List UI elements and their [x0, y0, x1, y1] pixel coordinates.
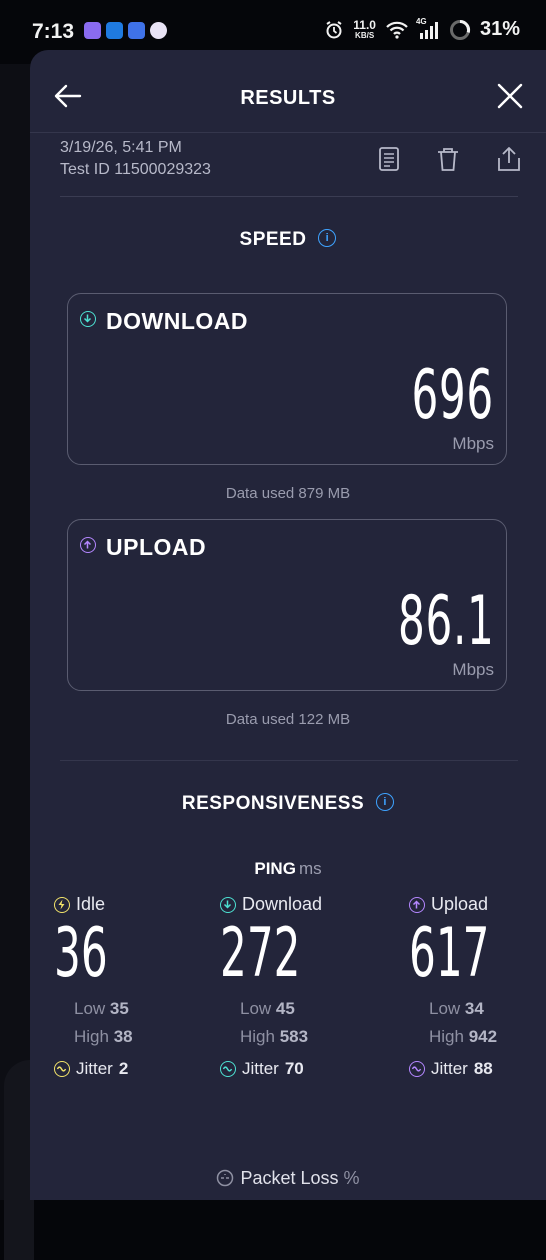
packet-loss-label: Packet Loss	[240, 1168, 339, 1188]
download-ping-label: Download	[242, 894, 323, 914]
jitter-wave-icon	[54, 1061, 70, 1077]
idle-label: Idle	[76, 894, 106, 914]
download-data-used: Data used 879 MB	[225, 485, 351, 502]
download-low-value: 45	[275, 999, 295, 1018]
download-low: Low 45	[240, 999, 350, 1019]
upload-jitter-value: 88	[473, 1059, 493, 1078]
responsiveness-title-text: RESPONSIVENESS	[181, 793, 365, 814]
download-ping-header: Download	[220, 894, 350, 915]
jitter-label: Jitter	[431, 1059, 468, 1078]
packet-loss-icon	[217, 1169, 234, 1187]
upload-arrow-icon	[80, 537, 96, 553]
battery-ring-icon	[449, 19, 471, 40]
section-divider	[60, 760, 518, 761]
background-app-edge	[0, 64, 34, 1260]
notification-icons	[84, 22, 167, 39]
download-high: High 583	[240, 1027, 350, 1047]
upload-arrow-icon	[409, 896, 425, 913]
idle-high-value: 38	[113, 1027, 133, 1046]
idle-header: Idle	[54, 894, 141, 915]
close-icon[interactable]	[496, 82, 524, 110]
wifi-icon	[386, 21, 408, 39]
document-icon[interactable]	[376, 146, 402, 172]
download-unit: Mbps	[452, 434, 494, 453]
trash-icon[interactable]	[435, 146, 461, 172]
test-id: Test ID 11500029323	[60, 161, 211, 178]
speed-title-text: SPEED	[239, 229, 307, 250]
share-icon[interactable]	[496, 146, 522, 172]
responsiveness-section-title: RESPONSIVENESS i	[30, 792, 546, 815]
speed-section-title: SPEED i	[30, 228, 546, 251]
idle-jitter-value: 2	[118, 1059, 129, 1078]
download-arrow-icon	[80, 311, 96, 327]
download-jitter-value: 70	[284, 1059, 304, 1078]
download-ping-value: 272	[220, 914, 301, 993]
info-icon[interactable]: i	[318, 228, 337, 247]
packet-loss-unit: %	[343, 1168, 360, 1188]
status-right: 11.0 KB/S 4G 31%	[324, 17, 520, 41]
upload-label: UPLOAD	[106, 534, 207, 560]
battery-percent: 31%	[479, 18, 520, 40]
meta-divider	[60, 196, 518, 197]
low-label: Low	[240, 999, 272, 1018]
jitter-wave-icon	[220, 1061, 236, 1077]
upload-high: High 942	[429, 1027, 539, 1047]
idle-high: High 38	[74, 1027, 141, 1047]
header-divider	[30, 132, 546, 133]
jitter-label: Jitter	[242, 1059, 279, 1078]
upload-low: Low 34	[429, 999, 539, 1019]
packet-loss: Packet Loss %	[30, 1168, 546, 1189]
high-label: High	[429, 1027, 464, 1046]
upload-data-used: Data used 122 MB	[225, 711, 351, 728]
download-card: DOWNLOAD 696 Mbps	[67, 293, 507, 465]
jitter-label: Jitter	[76, 1059, 113, 1078]
upload-unit: Mbps	[452, 660, 494, 679]
ping-header: PING ms	[30, 859, 546, 879]
idle-ping-value: 36	[54, 914, 108, 993]
mail-app-icon	[84, 22, 101, 39]
upload-card: UPLOAD 86.1 Mbps	[67, 519, 507, 691]
upload-ping-label: Upload	[431, 894, 489, 914]
download-jitter: Jitter 70	[220, 1059, 350, 1079]
info-icon[interactable]: i	[376, 792, 395, 811]
network-speed: 11.0 KB/S	[353, 19, 376, 41]
low-label: Low	[74, 999, 106, 1018]
page-title: RESULTS	[240, 87, 336, 109]
ping-upload-column: Upload 617 Low 34 High 942 Jitter 88	[409, 894, 539, 1079]
idle-jitter: Jitter 2	[54, 1059, 141, 1079]
ping-download-column: Download 272 Low 45 High 583 Jitter 70	[220, 894, 350, 1079]
idle-low-value: 35	[109, 999, 129, 1018]
download-label: DOWNLOAD	[106, 308, 248, 334]
high-label: High	[74, 1027, 109, 1046]
upload-jitter: Jitter 88	[409, 1059, 539, 1079]
emblem-app-icon	[150, 22, 167, 39]
outlook-app-icon	[106, 22, 123, 39]
jitter-wave-icon	[409, 1061, 425, 1077]
network-speed-unit: KB/S	[355, 30, 375, 40]
upload-high-value: 942	[468, 1027, 498, 1046]
docs-app-icon	[128, 22, 145, 39]
download-high-value: 583	[279, 1027, 309, 1046]
test-date: 3/19/26, 5:41 PM	[60, 139, 182, 156]
network-speed-value: 11.0	[353, 17, 376, 32]
upload-ping-value: 617	[409, 914, 490, 993]
upload-ping-header: Upload	[409, 894, 539, 915]
status-time: 7:13	[32, 20, 75, 43]
lightning-icon	[54, 896, 70, 913]
upload-low-value: 34	[464, 999, 484, 1018]
download-value: 696	[411, 356, 494, 435]
results-header: RESULTS	[30, 50, 546, 136]
idle-low: Low 35	[74, 999, 141, 1019]
upload-value: 86.1	[397, 582, 494, 661]
cellular-signal-icon: 4G	[416, 17, 440, 40]
low-label: Low	[429, 999, 461, 1018]
download-arrow-icon	[220, 896, 236, 913]
alarm-icon	[326, 20, 342, 38]
ping-unit: ms	[298, 859, 322, 878]
ping-idle-column: Idle 36 Low 35 High 38 Jitter 2	[54, 894, 141, 1079]
ping-label: PING	[254, 859, 296, 878]
results-sheet: RESULTS 3/19/26, 5:41 PM Test ID 1150002…	[30, 50, 546, 1200]
high-label: High	[240, 1027, 275, 1046]
